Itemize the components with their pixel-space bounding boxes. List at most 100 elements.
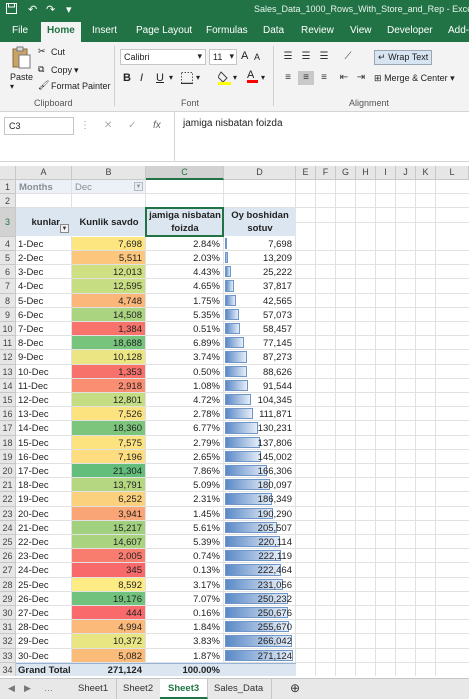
- row-filter-icon[interactable]: ▼: [60, 224, 69, 234]
- day-label[interactable]: 21-Dec: [18, 523, 70, 534]
- day-label[interactable]: 22-Dec: [18, 537, 70, 548]
- align-center-icon[interactable]: ≡: [298, 71, 314, 85]
- cumulative-sales-value[interactable]: 91,544: [224, 381, 292, 392]
- percent-of-total-value[interactable]: 0.74%: [146, 551, 220, 562]
- cancel-icon[interactable]: ✕: [104, 120, 112, 131]
- day-label[interactable]: 11-Dec: [18, 381, 70, 392]
- column-header-e[interactable]: E: [296, 166, 316, 180]
- daily-sales-value[interactable]: 7,196: [72, 452, 142, 463]
- sheet-tab-sheet1[interactable]: Sheet1: [70, 679, 118, 699]
- column-header-b[interactable]: B: [72, 166, 146, 180]
- sheet-tab-sheet2[interactable]: Sheet2: [115, 679, 163, 699]
- cumulative-sales-value[interactable]: 57,073: [224, 310, 292, 321]
- row-header-18[interactable]: 18: [0, 435, 16, 450]
- day-label[interactable]: 29-Dec: [18, 636, 70, 647]
- day-label[interactable]: 5-Dec: [18, 296, 70, 307]
- row-header-23[interactable]: 23: [0, 506, 16, 521]
- cumulative-sales-value[interactable]: 77,145: [224, 338, 292, 349]
- day-label[interactable]: 1-Dec: [18, 239, 70, 250]
- day-label[interactable]: 9-Dec: [18, 352, 70, 363]
- row-header-1[interactable]: 1: [0, 180, 16, 195]
- percent-of-total-value[interactable]: 1.75%: [146, 296, 220, 307]
- percent-of-total-value[interactable]: 2.03%: [146, 253, 220, 264]
- paste-dropdown-icon[interactable]: ▾: [10, 82, 14, 91]
- column-header-g[interactable]: G: [336, 166, 356, 180]
- daily-sales-value[interactable]: 12,595: [72, 281, 142, 292]
- save-icon[interactable]: [6, 3, 17, 17]
- orientation-icon[interactable]: ⟋: [340, 50, 356, 64]
- day-label[interactable]: 23-Dec: [18, 551, 70, 562]
- cumulative-sales-value[interactable]: 42,565: [224, 296, 292, 307]
- day-label[interactable]: 25-Dec: [18, 580, 70, 591]
- daily-sales-value[interactable]: 13,791: [72, 480, 142, 491]
- column-header-f[interactable]: F: [316, 166, 336, 180]
- day-label[interactable]: 19-Dec: [18, 494, 70, 505]
- daily-sales-value[interactable]: 5,511: [72, 253, 142, 264]
- fill-color-dropdown-icon[interactable]: ▾: [233, 73, 237, 82]
- daily-sales-value[interactable]: 15,217: [72, 523, 142, 534]
- row-header-11[interactable]: 11: [0, 336, 16, 351]
- column-header-d[interactable]: D: [224, 166, 296, 180]
- percent-of-total-value[interactable]: 0.13%: [146, 565, 220, 576]
- next-sheet-icon[interactable]: ▶: [24, 683, 31, 694]
- column-header-a[interactable]: A: [16, 166, 72, 180]
- day-label[interactable]: 24-Dec: [18, 565, 70, 576]
- cumulative-sales-value[interactable]: 13,209: [224, 253, 292, 264]
- daily-sales-value[interactable]: 5,082: [72, 651, 142, 662]
- percent-of-total-value[interactable]: 2.78%: [146, 409, 220, 420]
- daily-sales-value[interactable]: 1,353: [72, 367, 142, 378]
- insert-function-icon[interactable]: fx: [153, 120, 161, 131]
- cumulative-sales-value[interactable]: 222,119: [224, 551, 292, 562]
- daily-sales-value[interactable]: 1,384: [72, 324, 142, 335]
- percent-of-total-value[interactable]: 1.08%: [146, 381, 220, 392]
- cut-button[interactable]: Cut: [51, 47, 65, 57]
- cumulative-sales-value[interactable]: 58,457: [224, 324, 292, 335]
- cumulative-sales-value[interactable]: 186,349: [224, 494, 292, 505]
- row-header-33[interactable]: 33: [0, 648, 16, 663]
- percent-of-total-value[interactable]: 6.89%: [146, 338, 220, 349]
- tab-developer[interactable]: Developer: [387, 25, 433, 36]
- day-label[interactable]: 12-Dec: [18, 395, 70, 406]
- daily-sales-value[interactable]: 7,698: [72, 239, 142, 250]
- tab-review[interactable]: Review: [301, 25, 334, 36]
- daily-sales-value[interactable]: 4,994: [72, 622, 142, 633]
- row-header-3[interactable]: 3: [0, 208, 16, 237]
- percent-of-total-value[interactable]: 6.77%: [146, 423, 220, 434]
- row-header-15[interactable]: 15: [0, 393, 16, 408]
- daily-sales-value[interactable]: 18,688: [72, 338, 142, 349]
- sheet-tab-sheet3[interactable]: Sheet3: [160, 679, 209, 699]
- cumulative-sales-value[interactable]: 137,806: [224, 438, 292, 449]
- cumulative-sales-value[interactable]: 255,670: [224, 622, 292, 633]
- daily-sales-value[interactable]: 12,801: [72, 395, 142, 406]
- align-left-icon[interactable]: ≡: [280, 71, 296, 85]
- bold-button[interactable]: B: [123, 72, 131, 84]
- add-sheet-icon[interactable]: ⊕: [282, 679, 308, 699]
- day-label[interactable]: 14-Dec: [18, 423, 70, 434]
- cumulative-sales-value[interactable]: 130,231: [224, 423, 292, 434]
- row-header-16[interactable]: 16: [0, 407, 16, 422]
- daily-sales-value[interactable]: 3,941: [72, 509, 142, 520]
- italic-button[interactable]: I: [140, 72, 143, 84]
- tab-page-layout[interactable]: Page Layout: [136, 25, 192, 36]
- percent-of-total-value[interactable]: 1.84%: [146, 622, 220, 633]
- copy-icon[interactable]: ⧉: [38, 64, 44, 75]
- day-label[interactable]: 18-Dec: [18, 480, 70, 491]
- column-header-j[interactable]: J: [396, 166, 416, 180]
- day-label[interactable]: 4-Dec: [18, 281, 70, 292]
- column-header-k[interactable]: K: [416, 166, 436, 180]
- cumulative-sales-value[interactable]: 266,042: [224, 636, 292, 647]
- daily-sales-value[interactable]: 10,128: [72, 352, 142, 363]
- font-name-select[interactable]: Calibri ▾: [120, 49, 206, 65]
- cumulative-sales-value[interactable]: 37,817: [224, 281, 292, 292]
- daily-sales-value[interactable]: 444: [72, 608, 142, 619]
- daily-sales-value[interactable]: 18,360: [72, 423, 142, 434]
- grow-font-icon[interactable]: A: [241, 50, 248, 62]
- row-header-29[interactable]: 29: [0, 591, 16, 606]
- row-header-13[interactable]: 13: [0, 364, 16, 379]
- percent-of-total-value[interactable]: 4.43%: [146, 267, 220, 278]
- shrink-font-icon[interactable]: A: [254, 52, 260, 62]
- daily-sales-value[interactable]: 2,005: [72, 551, 142, 562]
- percent-of-total-value[interactable]: 2.65%: [146, 452, 220, 463]
- cumulative-sales-value[interactable]: 25,222: [224, 267, 292, 278]
- daily-sales-value[interactable]: 10,372: [72, 636, 142, 647]
